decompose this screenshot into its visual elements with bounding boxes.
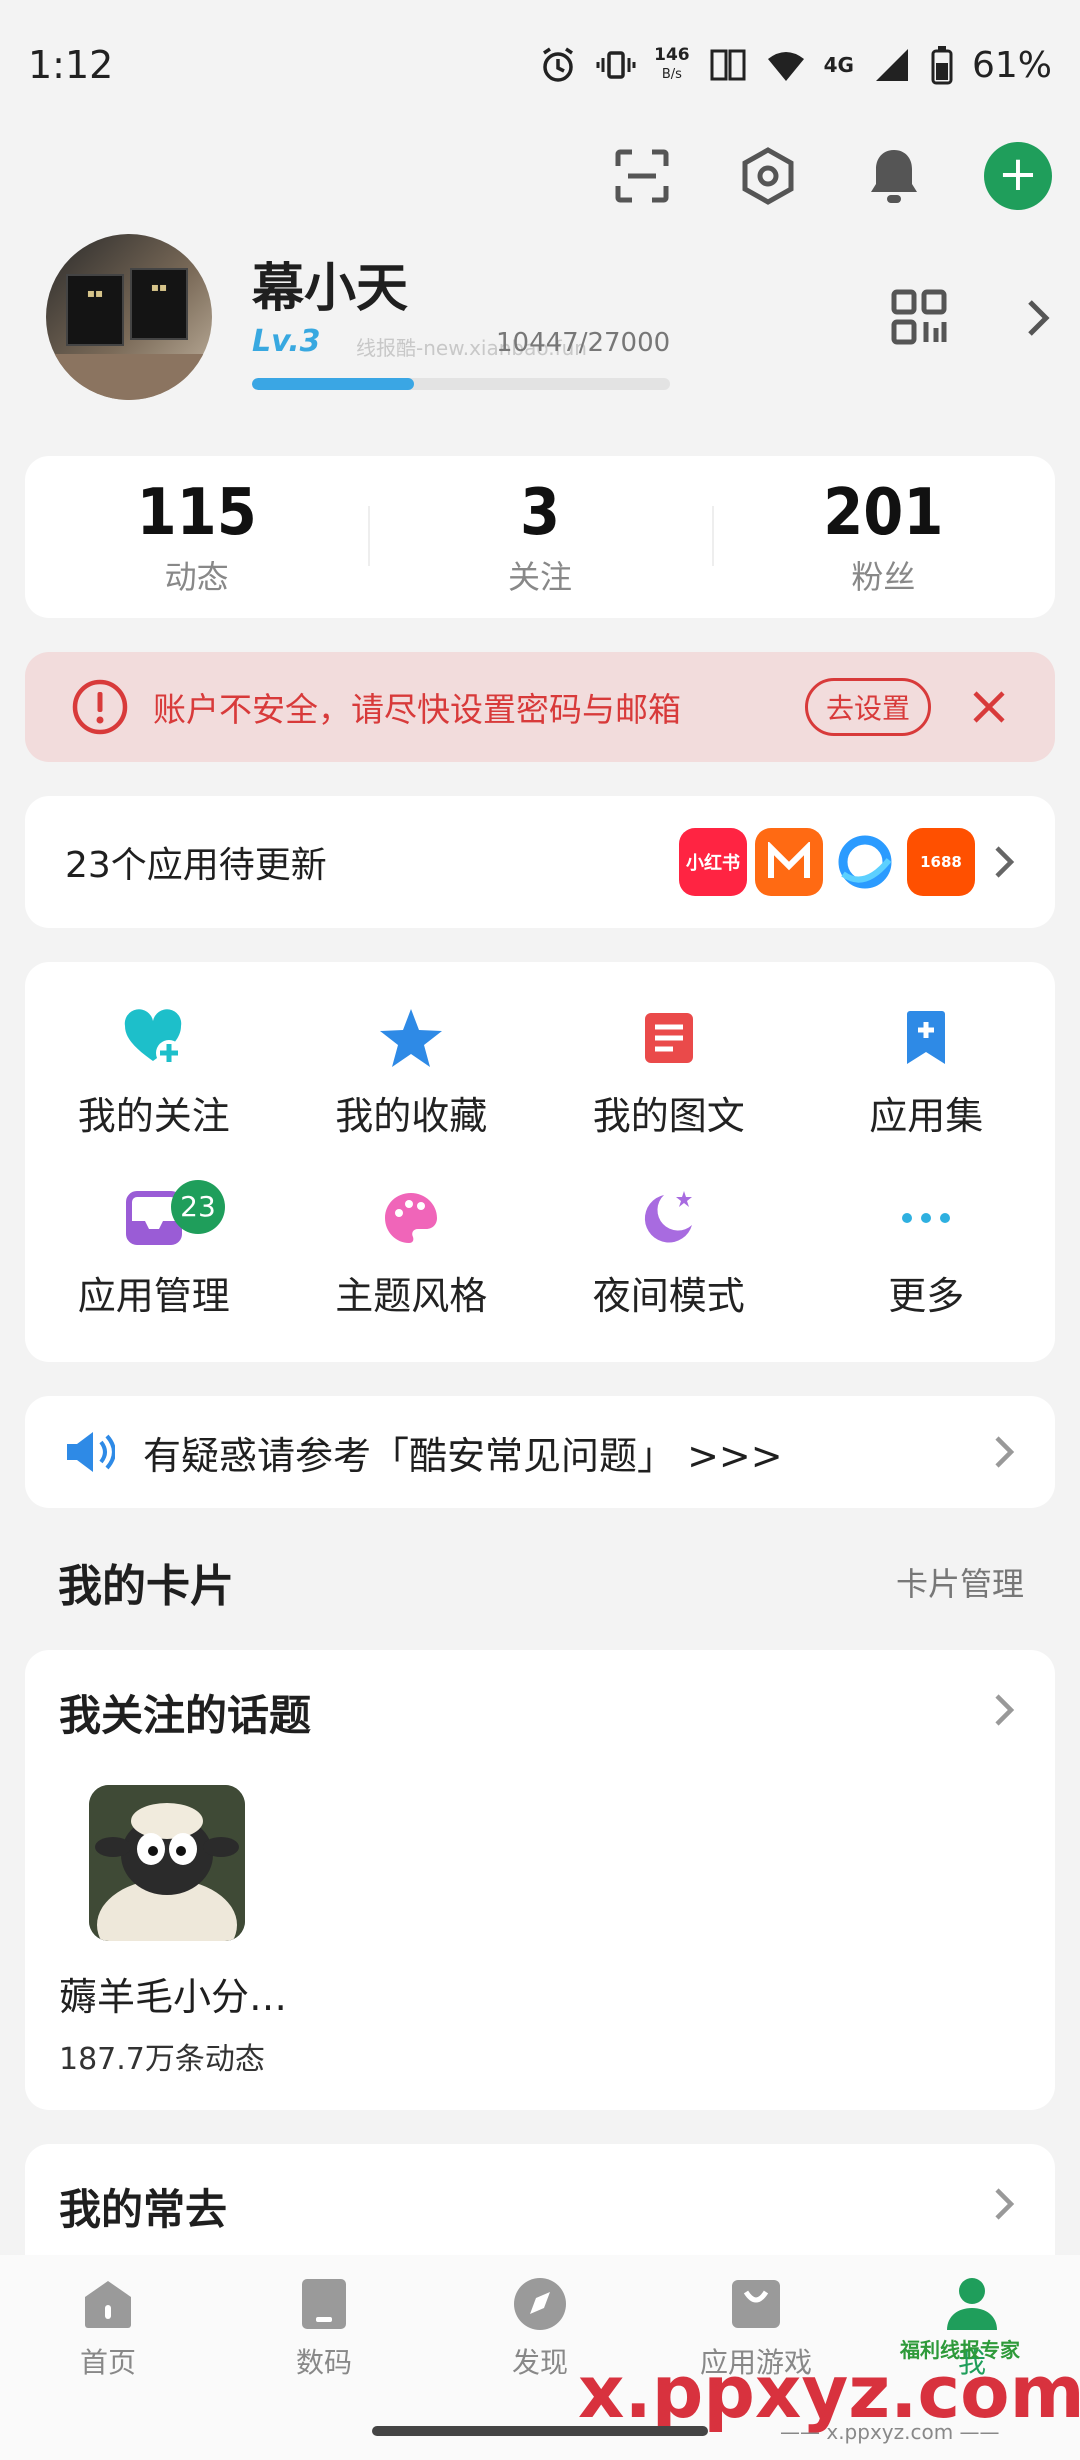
stat-number: 115 [136, 476, 257, 550]
status-bar: 1:12 146 B/s 4G 61% [0, 0, 1080, 130]
updates-text: 23个应用待更新 [65, 845, 327, 886]
signal-icon [875, 49, 908, 81]
grid-item-label: 主题风格 [335, 1273, 488, 1318]
speaker-icon [67, 1432, 115, 1472]
profile-header[interactable]: ▪▪ ▪▪ 幕小天 Lv.3 线报酷-new.xianbao.fun 10447… [46, 232, 1050, 407]
app-icon-1688: 1688 [907, 828, 975, 896]
home-indicator[interactable] [372, 2426, 708, 2436]
stat-label: 粉丝 [851, 558, 916, 596]
phone-icon [295, 2275, 353, 2333]
bell-icon[interactable] [858, 140, 930, 212]
chevron-right-icon[interactable] [1026, 298, 1050, 338]
heart-plus-icon [121, 1005, 187, 1071]
feature-grid: 我的关注 我的收藏 我的图文 应用集 23 应用管理 主题风格 夜间模式 更多 [25, 962, 1055, 1362]
scan-icon[interactable] [606, 140, 678, 212]
topic-count: 187.7万条动态 [59, 2042, 265, 2077]
stat-number: 3 [519, 476, 561, 550]
grid-item-label: 夜间模式 [592, 1273, 745, 1318]
more-dots-icon [893, 1185, 959, 1251]
qr-code-icon[interactable] [890, 288, 950, 348]
app-icon-mangotv [755, 828, 823, 896]
chevron-right-icon[interactable] [993, 2186, 1015, 2222]
tab-label: 首页 [79, 2346, 136, 2379]
app-icon-xiaohongshu: 小红书 [679, 828, 747, 896]
exp-text: 10447/27000 [496, 328, 671, 358]
exp-progress-fill [252, 378, 414, 390]
stats-card: 115 动态 3 关注 201 粉丝 [25, 456, 1055, 618]
section-title: 我的卡片 [58, 1561, 234, 1612]
grid-item-app-collections[interactable]: 应用集 [798, 982, 1056, 1162]
username: 幕小天 [252, 259, 409, 319]
hd-icon [710, 49, 746, 81]
card-title: 我的常去 [59, 2185, 228, 2234]
moon-star-icon [636, 1185, 702, 1251]
grid-item-label: 应用集 [869, 1093, 984, 1138]
app-icon-qq-browser [831, 828, 899, 896]
alarm-icon [543, 47, 574, 82]
exp-progress-bar [252, 378, 670, 390]
stat-label: 关注 [507, 558, 572, 596]
person-icon [943, 2275, 1001, 2333]
battery-level: 61% [971, 44, 1052, 86]
stat-label: 动态 [164, 558, 229, 596]
update-count-badge: 23 [171, 1180, 225, 1234]
tab-label: 数码 [295, 2346, 352, 2379]
bag-icon [727, 2275, 785, 2333]
chevron-right-icon[interactable] [993, 1692, 1015, 1728]
stat-followers[interactable]: 201 粉丝 [711, 476, 1055, 598]
set-password-button[interactable]: 去设置 [804, 678, 931, 736]
faq-banner[interactable]: 有疑惑请参考「酷安常见问题」 >>> [25, 1396, 1055, 1508]
grid-item-app-management[interactable]: 23 应用管理 [25, 1162, 283, 1342]
alert-text: 账户不安全，请尽快设置密码与邮箱 [153, 690, 681, 729]
card-title: 我关注的话题 [59, 1691, 312, 1740]
add-button[interactable]: + [984, 142, 1052, 210]
close-icon[interactable] [971, 689, 1007, 725]
warning-icon [72, 679, 128, 735]
faq-text: 有疑惑请参考「酷安常见问题」 >>> [143, 1433, 783, 1478]
grid-item-label: 我的收藏 [335, 1093, 488, 1138]
network-type: 4G [823, 53, 854, 77]
app-updates-card[interactable]: 23个应用待更新 小红书 1688 [25, 796, 1055, 928]
chevron-right-icon [995, 1436, 1015, 1468]
bookmark-plus-icon [893, 1005, 959, 1071]
grid-item-my-articles[interactable]: 我的图文 [540, 982, 798, 1162]
settings-icon[interactable] [732, 140, 804, 212]
topic-name[interactable]: 薅羊毛小分… [59, 1966, 287, 2021]
tab-label: 发现 [511, 2346, 568, 2379]
document-icon [636, 1005, 702, 1071]
battery-icon [931, 46, 953, 85]
grid-item-more[interactable]: 更多 [798, 1162, 1056, 1342]
grid-item-favorites[interactable]: 我的收藏 [283, 982, 541, 1162]
vibrate-icon [596, 51, 636, 79]
tab-home[interactable]: 首页 [0, 2275, 216, 2460]
followed-topics-card: 我关注的话题 薅羊毛小分… 187.7万条动态 [25, 1650, 1055, 2110]
grid-item-label: 我的关注 [77, 1093, 230, 1138]
grid-item-label: 应用管理 [77, 1273, 230, 1318]
grid-item-night-mode[interactable]: 夜间模式 [540, 1162, 798, 1342]
palette-icon [378, 1185, 444, 1251]
stat-number: 201 [823, 476, 944, 550]
watermark-subtext: —— x.ppxyz.com —— [780, 2420, 1000, 2444]
grid-item-label: 我的图文 [592, 1093, 745, 1138]
top-actions: + [606, 140, 1052, 212]
topic-thumbnail[interactable] [89, 1785, 245, 1941]
card-management-link[interactable]: 卡片管理 [896, 1559, 1024, 1605]
grid-item-label: 更多 [888, 1273, 965, 1318]
security-alert: 账户不安全，请尽快设置密码与邮箱 去设置 [25, 652, 1055, 762]
avatar[interactable]: ▪▪ ▪▪ [46, 234, 212, 400]
net-speed: 146 B/s [654, 45, 690, 82]
compass-icon [511, 2275, 569, 2333]
star-icon [378, 1005, 444, 1071]
level-label: Lv.3 [252, 324, 321, 359]
chevron-right-icon [995, 846, 1015, 878]
cards-section-header: 我的卡片 卡片管理 [58, 1550, 1024, 1614]
grid-item-my-follows[interactable]: 我的关注 [25, 982, 283, 1162]
wifi-icon [767, 52, 804, 81]
stat-following[interactable]: 3 关注 [368, 476, 711, 598]
status-time: 1:12 [28, 43, 114, 87]
home-icon [79, 2275, 137, 2333]
stat-posts[interactable]: 115 动态 [25, 476, 368, 598]
grid-item-theme[interactable]: 主题风格 [283, 1162, 541, 1342]
